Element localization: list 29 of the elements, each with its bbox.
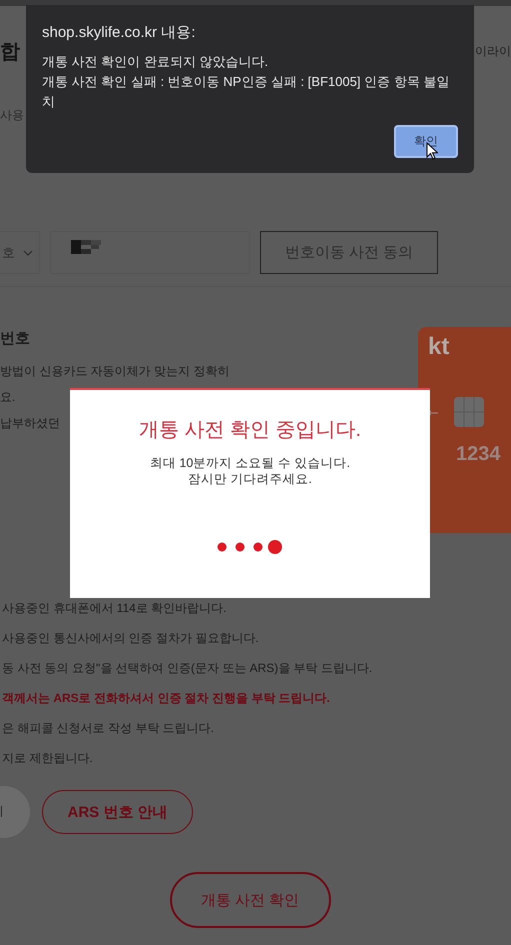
guide-text: 동 사전 동의 요청"을 선택하여 인증(문자 또는 ARS)을 부탁 드립니다.	[2, 660, 372, 677]
guide-text: 은 해피콜 신청서로 작성 부탁 드립니다.	[2, 720, 214, 737]
chevron-down-icon	[23, 250, 33, 256]
header-text: 이라이	[475, 42, 511, 60]
pixelated-mask-icon	[71, 240, 101, 254]
alert-message: 개통 사전 확인 실패 : 번호이동 NP인증 실패 : [BF1005] 인증 항목 불일치	[42, 73, 450, 111]
page-heading: 합	[0, 40, 20, 64]
number-input[interactable]	[50, 231, 250, 274]
guide-text: 지로 제한됩니다.	[2, 750, 93, 767]
alert-title: shop.skylife.co.kr 내용:	[42, 23, 196, 42]
dialog-text: 잠시만 기다려주세요.	[188, 471, 312, 487]
circle-button[interactable]: ㅣ	[0, 786, 30, 838]
section-title: 번호	[0, 329, 30, 348]
dialog-text: 최대 10분까지 소요될 수 있습니다.	[150, 455, 350, 471]
note-text: 요.	[0, 389, 16, 406]
guide-text: 객께서는 ARS로 전화하셔서 인증 절차 진행을 부탁 드립니다.	[2, 690, 330, 707]
chip-icon	[454, 397, 484, 427]
dialog-title: 개통 사전 확인 중입니다.	[138, 418, 362, 443]
guide-text: 사용중인 통신사에서의 인증 절차가 필요합니다.	[2, 630, 259, 647]
note-text: 방법이 신용카드 자동이체가 맞는지 정확히	[0, 363, 230, 380]
check-button[interactable]: 개통 사전 확인	[170, 872, 330, 928]
ok-button[interactable]: 확인	[394, 125, 458, 158]
guide-text: 사용중인 휴대폰에서 114로 확인바랍니다.	[2, 600, 226, 617]
card-logo: kt	[428, 333, 450, 361]
card-number: 1234	[456, 443, 500, 466]
alert-message: 개통 사전 확인이 완료되지 않았습니다.	[42, 53, 270, 71]
note-text: 납부하셨던	[0, 415, 60, 432]
ars-number-button[interactable]: ARS 번호 안내	[42, 790, 193, 834]
loading-dots-icon	[217, 539, 283, 555]
